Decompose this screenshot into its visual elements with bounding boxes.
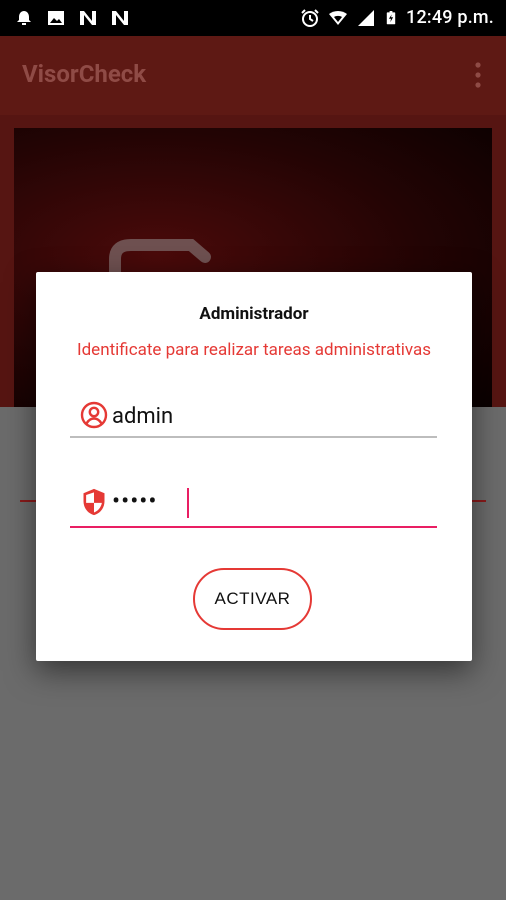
account-circle-icon [80,401,108,429]
signal-icon [358,9,375,26]
alarm-bell-icon [17,11,31,25]
dialog-message: Identificate para realizar tareas admini… [76,340,432,360]
password-field[interactable]: ••••• [70,484,437,528]
activar-button[interactable]: ACTIVAR [193,568,312,630]
status-time: 12:49 p.m. [406,7,494,28]
status-bar-right: 12:49 p.m. [300,7,494,28]
app-title: VisorCheck [22,60,147,88]
status-bar: 12:49 p.m. [0,0,506,36]
more-vert-icon[interactable] [475,62,481,88]
battery-charging-icon [386,10,396,24]
shield-icon [83,488,105,516]
app-bar: VisorCheck [0,36,506,115]
n-app-icon [80,11,96,25]
username-field[interactable]: admin [70,398,437,438]
password-value: ••••• [112,487,158,515]
status-bar-left [14,8,130,28]
dialog-title: Administrador [199,304,309,324]
text-cursor [187,488,189,518]
admin-login-dialog: Administrador Identificate para realizar… [36,272,472,661]
wifi-icon [329,10,348,25]
alarm-clock-icon [301,8,319,27]
image-icon [48,11,64,25]
username-value: admin [112,404,174,429]
n-app-icon [112,11,128,25]
